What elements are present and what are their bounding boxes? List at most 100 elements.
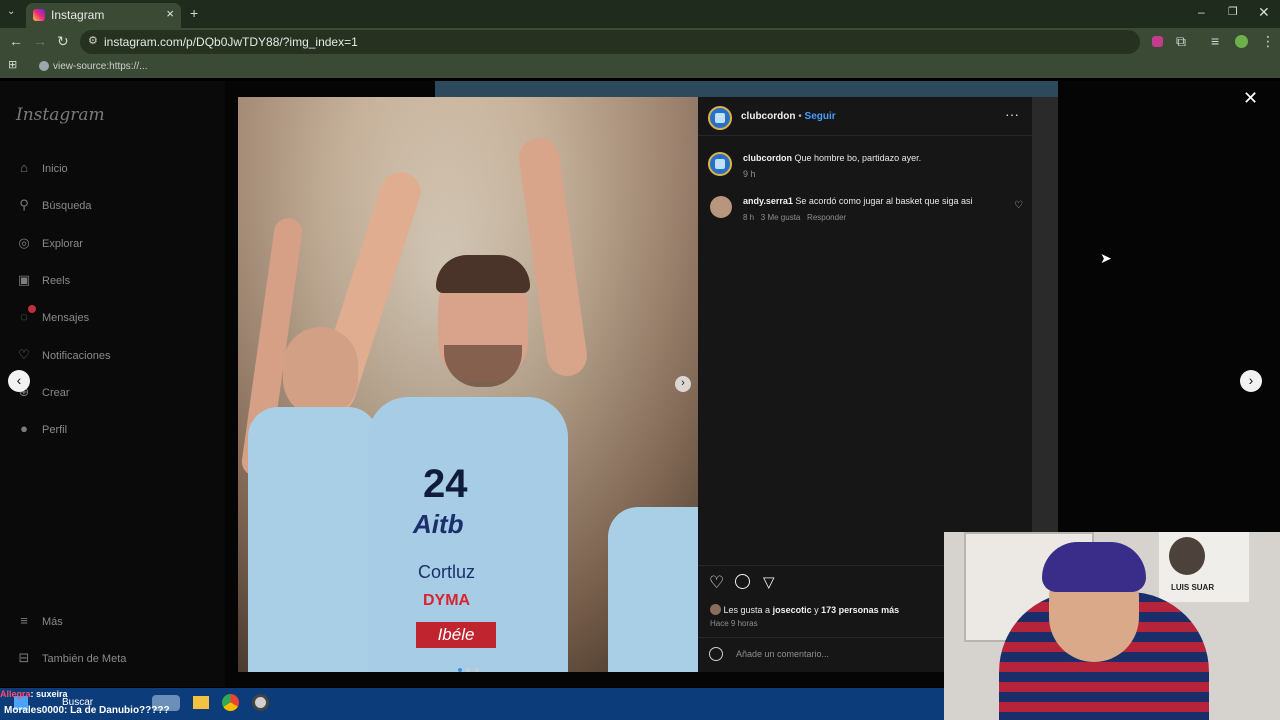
meta-icon: ⊟ bbox=[18, 650, 30, 665]
maximize-icon[interactable]: ❐ bbox=[1228, 5, 1238, 18]
carousel-dots bbox=[458, 659, 479, 672]
comment-text: Se acordó como jugar al basket que siga … bbox=[795, 196, 973, 206]
browser-tab[interactable]: Instagram × bbox=[26, 3, 181, 28]
bookmarks-bar: ⊞ view-source:https://... bbox=[0, 56, 1280, 78]
liker-avatar bbox=[710, 604, 721, 615]
chat-user: Allegra bbox=[0, 689, 31, 699]
nav-item-profile[interactable]: ● Perfil bbox=[16, 421, 67, 436]
nav-label: Reels bbox=[42, 275, 71, 287]
forward-icon[interactable]: → bbox=[33, 33, 47, 49]
nav-item-explore[interactable]: ◎ Explorar bbox=[16, 235, 83, 251]
instagram-favicon-icon bbox=[33, 9, 45, 21]
nav-item-messages[interactable]: ◌ Mensajes bbox=[16, 309, 89, 324]
apps-grid-icon[interactable]: ⊞ bbox=[8, 58, 17, 71]
commenter-avatar[interactable] bbox=[710, 196, 732, 218]
heart-icon: ♡ bbox=[18, 347, 30, 362]
new-tab-icon[interactable]: + bbox=[190, 5, 198, 21]
hamburger-icon: ≡ bbox=[20, 613, 28, 628]
background-post-strip bbox=[435, 81, 1058, 97]
player-jersey: 24 Aitb Cortluz DYMA Ibéle bbox=[368, 397, 568, 672]
post-header: clubcordon • Seguir bbox=[741, 111, 836, 122]
follow-button[interactable]: Seguir bbox=[805, 111, 836, 122]
nav-label: Búsqueda bbox=[42, 200, 92, 212]
carousel-next-icon[interactable]: › bbox=[675, 376, 691, 392]
compass-icon: ◎ bbox=[18, 235, 30, 250]
previous-post-button[interactable]: ‹ bbox=[8, 370, 30, 392]
reload-icon[interactable]: ↻ bbox=[57, 33, 69, 50]
more-options-icon[interactable]: ··· bbox=[1005, 106, 1019, 122]
extension-icon[interactable] bbox=[1152, 36, 1163, 47]
chat-message: Morales0000: La de Danubio????? bbox=[4, 705, 170, 716]
window-close-icon[interactable]: ✕ bbox=[1258, 4, 1270, 21]
likes-prefix: Les gusta a bbox=[723, 605, 771, 615]
search-icon: ⚲ bbox=[19, 197, 29, 212]
nav-label: Inicio bbox=[42, 163, 68, 175]
nav-label: Perfil bbox=[42, 424, 68, 436]
tab-list-icon[interactable]: ⌄ bbox=[7, 6, 15, 17]
likes-user[interactable]: josecotic bbox=[773, 605, 812, 615]
close-modal-icon[interactable]: ✕ bbox=[1243, 88, 1258, 109]
jersey-sponsor: Aitb bbox=[413, 509, 464, 539]
header-separator: • bbox=[798, 111, 802, 122]
jersey-number: 24 bbox=[423, 462, 468, 506]
back-icon[interactable]: ← bbox=[9, 33, 23, 49]
nav-label: Crear bbox=[42, 387, 70, 399]
likes-count[interactable]: 173 personas más bbox=[821, 605, 899, 615]
like-icon[interactable]: ♡ bbox=[709, 573, 724, 593]
comment-input[interactable]: Añade un comentario... bbox=[736, 649, 829, 659]
author-username[interactable]: clubcordon bbox=[741, 111, 795, 122]
nav-item-more[interactable]: ≡ Más bbox=[16, 613, 63, 628]
app-icon[interactable] bbox=[252, 694, 269, 711]
nav-label: Explorar bbox=[42, 238, 83, 250]
chat-message: Allegra: suxeira bbox=[0, 689, 68, 699]
tab-close-icon[interactable]: × bbox=[166, 6, 174, 21]
url-text: instagram.com/p/DQb0JwTDY88/?img_index=1 bbox=[104, 35, 358, 49]
home-icon: ⌂ bbox=[20, 160, 28, 175]
site-info-icon[interactable]: ⚙ bbox=[88, 34, 98, 47]
caption-author[interactable]: clubcordon bbox=[743, 153, 792, 163]
comment-icon[interactable] bbox=[735, 574, 750, 589]
file-explorer-icon[interactable] bbox=[193, 696, 209, 709]
likes-conj: y bbox=[814, 605, 819, 615]
share-icon[interactable]: ▽ bbox=[763, 573, 775, 591]
background-post-strip-right bbox=[1032, 97, 1058, 532]
chat-text: : suxeira bbox=[30, 689, 68, 699]
comment-meta: 8 h 3 Me gusta Responder bbox=[743, 213, 846, 222]
streamer-webcam: LUIS SUAR bbox=[944, 532, 1280, 720]
browser-menu-icon[interactable]: ⋮ bbox=[1261, 33, 1275, 50]
media-controls-icon[interactable]: ≡ bbox=[1211, 33, 1219, 49]
globe-icon bbox=[39, 61, 49, 71]
nav-label: Notificaciones bbox=[42, 350, 111, 362]
jersey-sponsor: DYMA bbox=[423, 592, 471, 609]
nav-item-reels[interactable]: ▣ Reels bbox=[16, 272, 70, 288]
profile-avatar-icon[interactable] bbox=[1235, 35, 1248, 48]
nav-label: Más bbox=[42, 616, 63, 628]
instagram-logo[interactable]: Instagram bbox=[16, 105, 105, 125]
comment-like-icon[interactable]: ♡ bbox=[1014, 200, 1023, 211]
nav-item-search[interactable]: ⚲ Búsqueda bbox=[16, 197, 92, 213]
nav-label: También de Meta bbox=[42, 653, 127, 665]
post-photo[interactable]: 24 Aitb Cortluz DYMA Ibéle › bbox=[238, 97, 698, 672]
poster-text: LUIS SUAR bbox=[1171, 583, 1215, 592]
nav-label: Mensajes bbox=[42, 312, 90, 324]
address-bar[interactable]: ⚙ instagram.com/p/DQb0JwTDY88/?img_index… bbox=[80, 30, 1140, 54]
reply-button[interactable]: Responder bbox=[807, 213, 846, 222]
jersey-sponsor: Ibéle bbox=[416, 622, 496, 648]
next-post-button[interactable]: › bbox=[1240, 370, 1262, 392]
jersey-sponsor: Cortluz bbox=[418, 562, 476, 582]
author-avatar[interactable] bbox=[708, 106, 732, 130]
emoji-icon[interactable] bbox=[709, 647, 723, 661]
nav-item-home[interactable]: ⌂ Inicio bbox=[16, 160, 68, 175]
divider bbox=[698, 135, 1032, 136]
chrome-icon[interactable] bbox=[222, 694, 239, 711]
nav-item-notifications[interactable]: ♡ Notificaciones bbox=[16, 347, 110, 363]
comment-likes[interactable]: 3 Me gusta bbox=[761, 213, 801, 222]
minimize-icon[interactable]: – bbox=[1198, 5, 1205, 19]
caption-author-avatar[interactable] bbox=[708, 152, 732, 176]
comment-author[interactable]: andy.serra1 bbox=[743, 196, 793, 206]
caption: clubcordon Que hombre bo, partidazo ayer… bbox=[743, 153, 921, 163]
extensions-puzzle-icon[interactable]: ⧉ bbox=[1176, 33, 1186, 50]
bookmark-item[interactable]: view-source:https://... bbox=[53, 61, 147, 72]
reels-icon: ▣ bbox=[17, 272, 31, 287]
nav-item-meta[interactable]: ⊟ También de Meta bbox=[16, 650, 127, 666]
